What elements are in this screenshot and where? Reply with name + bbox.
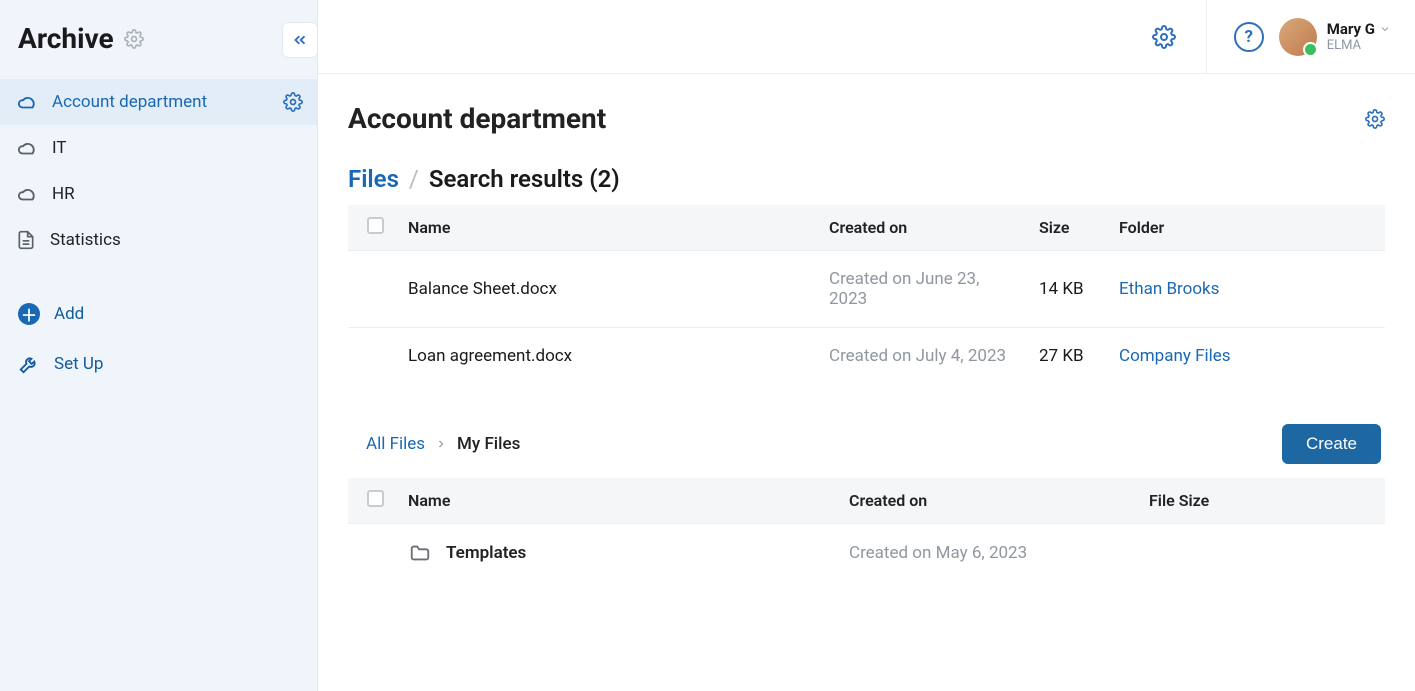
col-created[interactable]: Created on [815, 205, 1025, 251]
user-name-text: Mary G [1327, 20, 1375, 38]
help-button[interactable]: ? [1229, 17, 1269, 57]
gear-icon[interactable] [283, 92, 303, 112]
gear-icon [1152, 25, 1176, 49]
file-size: 14 KB [1025, 251, 1105, 328]
folder-link[interactable]: Company Files [1119, 346, 1231, 366]
sidebar: Archive Account department IT [0, 0, 318, 691]
my-files-header: All Files My Files Create [348, 424, 1385, 478]
file-name: Balance Sheet.docx [394, 251, 815, 328]
topbar-divider [1206, 0, 1207, 74]
sidebar-item-statistics[interactable]: Statistics [0, 217, 317, 263]
file-name: Loan agreement.docx [394, 328, 815, 385]
sidebar-setup-button[interactable]: Set Up [0, 343, 317, 385]
topbar: ? Mary G ELMA [318, 0, 1415, 74]
breadcrumb-root[interactable]: All Files [366, 434, 425, 454]
col-folder[interactable]: Folder [1105, 205, 1385, 251]
page-settings-gear-icon[interactable] [1365, 109, 1385, 129]
folder-name-text: Templates [446, 543, 526, 563]
user-org: ELMA [1327, 38, 1391, 54]
user-info: Mary G ELMA [1327, 20, 1391, 54]
sidebar-item-label: IT [52, 138, 67, 158]
folder-icon [408, 542, 432, 564]
add-label: Add [54, 304, 84, 324]
sidebar-item-it[interactable]: IT [0, 125, 317, 171]
search-results-table: Name Created on Size Folder Balance Shee… [348, 205, 1385, 384]
folder-link[interactable]: Ethan Brooks [1119, 279, 1219, 299]
sidebar-collapse-button[interactable] [282, 22, 318, 58]
settings-button[interactable] [1144, 17, 1184, 57]
breadcrumb-separator: / [409, 165, 419, 193]
folder-size [1135, 524, 1385, 583]
files-link[interactable]: Files [348, 165, 399, 193]
user-menu[interactable]: Mary G ELMA [1279, 18, 1391, 56]
col-created[interactable]: Created on [835, 478, 1135, 524]
sidebar-item-label: Statistics [50, 230, 121, 250]
table-row[interactable]: Balance Sheet.docx Created on June 23, 2… [348, 251, 1385, 328]
chevron-right-icon [435, 438, 447, 450]
col-name[interactable]: Name [394, 205, 815, 251]
document-icon [16, 229, 36, 251]
page-header: Account department [348, 102, 1385, 135]
sidebar-item-account-department[interactable]: Account department [0, 79, 317, 125]
app-settings-gear-icon[interactable] [124, 29, 144, 49]
select-all-checkbox[interactable] [367, 490, 384, 507]
cloud-icon [16, 183, 38, 205]
file-created: Created on June 23, 2023 [815, 251, 1025, 328]
file-created: Created on July 4, 2023 [815, 328, 1025, 385]
sidebar-item-label: Account department [52, 92, 207, 112]
create-button[interactable]: Create [1282, 424, 1381, 464]
avatar [1279, 18, 1317, 56]
breadcrumb-current: My Files [457, 434, 520, 454]
col-size[interactable]: Size [1025, 205, 1105, 251]
search-results-label: Search results (2) [429, 165, 620, 193]
main-area: ? Mary G ELMA Account department Files /… [318, 0, 1415, 691]
cloud-icon [16, 137, 38, 159]
sidebar-add-button[interactable]: ＋ Add [0, 293, 317, 335]
file-size: 27 KB [1025, 328, 1105, 385]
page-title: Account department [348, 102, 606, 135]
cloud-icon [16, 91, 38, 113]
col-name[interactable]: Name [394, 478, 835, 524]
my-files-section: All Files My Files Create Name Created o… [348, 424, 1385, 582]
sidebar-item-label: HR [52, 184, 75, 204]
chevron-down-icon [1379, 23, 1391, 35]
user-name: Mary G [1327, 20, 1391, 38]
folder-item: Templates [408, 542, 821, 564]
breadcrumb: All Files My Files [366, 434, 520, 454]
folder-created: Created on May 6, 2023 [835, 524, 1135, 583]
setup-label: Set Up [54, 354, 103, 374]
content: Account department Files / Search result… [318, 74, 1415, 602]
select-all-checkbox[interactable] [367, 217, 384, 234]
sidebar-header: Archive [0, 0, 317, 73]
sidebar-actions: ＋ Add Set Up [0, 293, 317, 385]
search-results-heading: Files / Search results (2) [348, 165, 1385, 193]
my-files-table: Name Created on File Size [348, 478, 1385, 582]
table-row[interactable]: Loan agreement.docx Created on July 4, 2… [348, 328, 1385, 385]
app-title: Archive [18, 22, 114, 55]
col-size[interactable]: File Size [1135, 478, 1385, 524]
table-row[interactable]: Templates Created on May 6, 2023 [348, 524, 1385, 583]
sidebar-item-hr[interactable]: HR [0, 171, 317, 217]
sidebar-nav: Account department IT HR Statistics [0, 79, 317, 263]
plus-circle-icon: ＋ [18, 303, 40, 325]
help-icon: ? [1234, 22, 1264, 52]
wrench-icon [18, 353, 40, 375]
